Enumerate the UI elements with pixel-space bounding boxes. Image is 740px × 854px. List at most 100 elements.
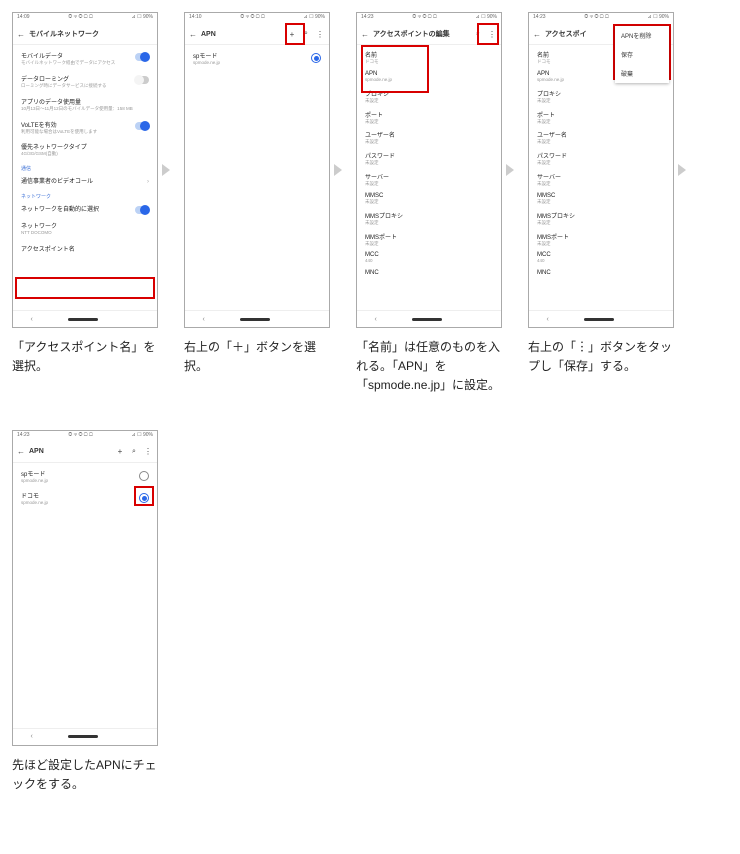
- setting-row[interactable]: データローミング ローミング時にデータサービスに接続する: [13, 70, 157, 93]
- chevron-right-icon: ›: [147, 179, 149, 185]
- nav-back-icon[interactable]: ‹: [30, 316, 32, 323]
- toggle-icon[interactable]: [135, 122, 149, 130]
- title-bar: ← APN + ⌕ ⋮: [13, 442, 157, 463]
- nav-home-icon[interactable]: [412, 318, 442, 321]
- apn-field-row[interactable]: プロキシ未設定: [529, 86, 673, 107]
- section-label: ネットワーク: [13, 189, 157, 200]
- nav-back-icon[interactable]: ‹: [202, 316, 204, 323]
- apn-field-row[interactable]: パスワード未設定: [529, 148, 673, 169]
- apn-field-row[interactable]: MCC440: [357, 249, 501, 267]
- apn-field-row[interactable]: MMSプロキシ未設定: [529, 208, 673, 229]
- caption: 右上の「︙」ボタンをタップし「保存」する。: [528, 338, 683, 376]
- apn-field-row[interactable]: MMSC未設定: [529, 190, 673, 208]
- apn-field-row[interactable]: MMSC未設定: [357, 190, 501, 208]
- caption: 「名前」は任意のものを入れる。「APN」を「spmode.ne.jp」に設定。: [356, 338, 511, 396]
- overflow-menu: APNを削除 保存 破棄: [615, 26, 669, 83]
- nav-home-icon[interactable]: [68, 318, 98, 321]
- arrow-icon: [506, 164, 514, 176]
- add-icon[interactable]: +: [287, 30, 297, 39]
- back-icon[interactable]: ←: [17, 447, 25, 456]
- apn-field-row[interactable]: ポート未設定: [529, 107, 673, 128]
- nav-bar: ‹: [185, 310, 329, 327]
- status-bar: 14:23 ◎ ፨ ◎ ▢ ▢ ⊿ ☐ 90%: [13, 431, 157, 442]
- back-icon[interactable]: ←: [17, 30, 25, 39]
- nav-back-icon[interactable]: ‹: [374, 316, 376, 323]
- apn-field-row[interactable]: APNspmode.ne.jp: [357, 68, 501, 86]
- nav-back-icon[interactable]: ‹: [30, 733, 32, 740]
- nav-home-icon[interactable]: [584, 318, 614, 321]
- search-icon[interactable]: ⌕: [473, 30, 483, 38]
- apn-field-row[interactable]: MCC440: [529, 249, 673, 267]
- step-3: 14:23 ◎ ፨ ◎ ▢ ▢ ⊿ ☐ 90% ← アクセスポイントの編集 ⌕ …: [356, 12, 518, 396]
- back-icon[interactable]: ←: [533, 30, 541, 39]
- setting-row[interactable]: ネットワークを自動的に選択: [13, 200, 157, 217]
- menu-item-discard[interactable]: 破棄: [615, 64, 669, 83]
- apn-field-row[interactable]: 名前ドコモ: [357, 47, 501, 68]
- apn-field-row[interactable]: MNC: [357, 267, 501, 279]
- add-icon[interactable]: +: [115, 447, 125, 456]
- apn-row[interactable]: アクセスポイント名: [13, 240, 157, 257]
- apn-field-row[interactable]: プロキシ未設定: [357, 86, 501, 107]
- apn-item[interactable]: spモード spmode.ne.jp: [13, 465, 157, 488]
- apn-field-row[interactable]: サーバー未設定: [357, 169, 501, 190]
- apn-field-row[interactable]: ユーザー名未設定: [357, 127, 501, 148]
- setting-row[interactable]: アプリのデータ使用量 10月13日〜11月12日のモバイルデータ使用量：158 …: [13, 93, 157, 116]
- search-icon[interactable]: ⌕: [129, 448, 139, 456]
- more-icon[interactable]: ⋮: [143, 447, 153, 456]
- nav-home-icon[interactable]: [240, 318, 270, 321]
- apn-field-row[interactable]: MMSプロキシ未設定: [357, 208, 501, 229]
- apn-field-row[interactable]: MNC: [529, 267, 673, 279]
- back-icon[interactable]: ←: [189, 30, 197, 39]
- step-4: 14:23 ◎ ፨ ◎ ▢ ▢ ⊿ ☐ 90% ← アクセスポイ 名前ドコモAP…: [528, 12, 690, 396]
- apn-field-row[interactable]: MMSポート未設定: [357, 229, 501, 250]
- menu-item-save[interactable]: 保存: [615, 45, 669, 64]
- screen-title: APN: [201, 31, 283, 38]
- setting-row[interactable]: モバイルデータ モバイルネットワーク経由でデータにアクセス: [13, 47, 157, 70]
- setting-row-disabled: ネットワーク NTT DOCOMO: [13, 217, 157, 240]
- status-bar: 14:23 ◎ ፨ ◎ ▢ ▢ ⊿ ☐ 90%: [357, 13, 501, 24]
- screen-title: モバイルネットワーク: [29, 29, 153, 39]
- arrow-icon: [162, 164, 170, 176]
- caption: 「アクセスポイント名」を選択。: [12, 338, 167, 376]
- toggle-icon[interactable]: [135, 206, 149, 214]
- title-bar: ← アクセスポイントの編集 ⌕ ⋮: [357, 24, 501, 45]
- more-icon[interactable]: ⋮: [315, 30, 325, 39]
- apn-item[interactable]: ドコモ spmode.ne.jp: [13, 487, 157, 510]
- nav-bar: ‹: [529, 310, 673, 327]
- setting-row[interactable]: VoLTEを有効 利用可能な場合はVoLTEを使用します: [13, 116, 157, 139]
- step-1: 14:09 ◎ ፨ ◎ ▢ ▢ ⊿ ☐ 90% ← モバイルネットワーク モバイ…: [12, 12, 174, 396]
- setting-row[interactable]: 優先ネットワークタイプ 4G/3G/GSM(自動): [13, 138, 157, 161]
- radio-icon[interactable]: [311, 53, 321, 63]
- setting-row[interactable]: 通信事業者のビデオコール ›: [13, 172, 157, 189]
- title-bar: ← APN + ⌕ ⋮: [185, 24, 329, 45]
- nav-back-icon[interactable]: ‹: [546, 316, 548, 323]
- step-2: 14:10 ◎ ፨ ◎ ▢ ▢ ⊿ ☐ 90% ← APN + ⌕ ⋮ spモー…: [184, 12, 346, 396]
- apn-field-row[interactable]: サーバー未設定: [529, 169, 673, 190]
- menu-item-delete[interactable]: APNを削除: [615, 26, 669, 45]
- phone-screen-1: 14:09 ◎ ፨ ◎ ▢ ▢ ⊿ ☐ 90% ← モバイルネットワーク モバイ…: [12, 12, 158, 328]
- toggle-icon[interactable]: [135, 76, 149, 84]
- nav-home-icon[interactable]: [68, 735, 98, 738]
- radio-icon[interactable]: [139, 471, 149, 481]
- toggle-icon[interactable]: [135, 53, 149, 61]
- status-bar: 14:23 ◎ ፨ ◎ ▢ ▢ ⊿ ☐ 90%: [529, 13, 673, 24]
- phone-screen-2: 14:10 ◎ ፨ ◎ ▢ ▢ ⊿ ☐ 90% ← APN + ⌕ ⋮ spモー…: [184, 12, 330, 328]
- search-icon[interactable]: ⌕: [301, 30, 311, 38]
- apn-item[interactable]: spモード spmode.ne.jp: [185, 47, 329, 70]
- title-bar: ← モバイルネットワーク: [13, 24, 157, 45]
- arrow-icon: [678, 164, 686, 176]
- apn-field-row[interactable]: MMSポート未設定: [529, 229, 673, 250]
- status-bar: 14:10 ◎ ፨ ◎ ▢ ▢ ⊿ ☐ 90%: [185, 13, 329, 24]
- apn-field-row[interactable]: ポート未設定: [357, 107, 501, 128]
- section-label: 通信: [13, 161, 157, 172]
- more-icon[interactable]: ⋮: [487, 30, 497, 39]
- apn-field-row[interactable]: パスワード未設定: [357, 148, 501, 169]
- steps-grid: 14:09 ◎ ፨ ◎ ▢ ▢ ⊿ ☐ 90% ← モバイルネットワーク モバイ…: [12, 12, 728, 794]
- caption: 右上の「＋」ボタンを選択。: [184, 338, 339, 376]
- nav-bar: ‹: [13, 310, 157, 327]
- back-icon[interactable]: ←: [361, 30, 369, 39]
- status-bar: 14:09 ◎ ፨ ◎ ▢ ▢ ⊿ ☐ 90%: [13, 13, 157, 24]
- caption: 先ほど設定したAPNにチェックをする。: [12, 756, 167, 794]
- phone-screen-3: 14:23 ◎ ፨ ◎ ▢ ▢ ⊿ ☐ 90% ← アクセスポイントの編集 ⌕ …: [356, 12, 502, 328]
- apn-field-row[interactable]: ユーザー名未設定: [529, 127, 673, 148]
